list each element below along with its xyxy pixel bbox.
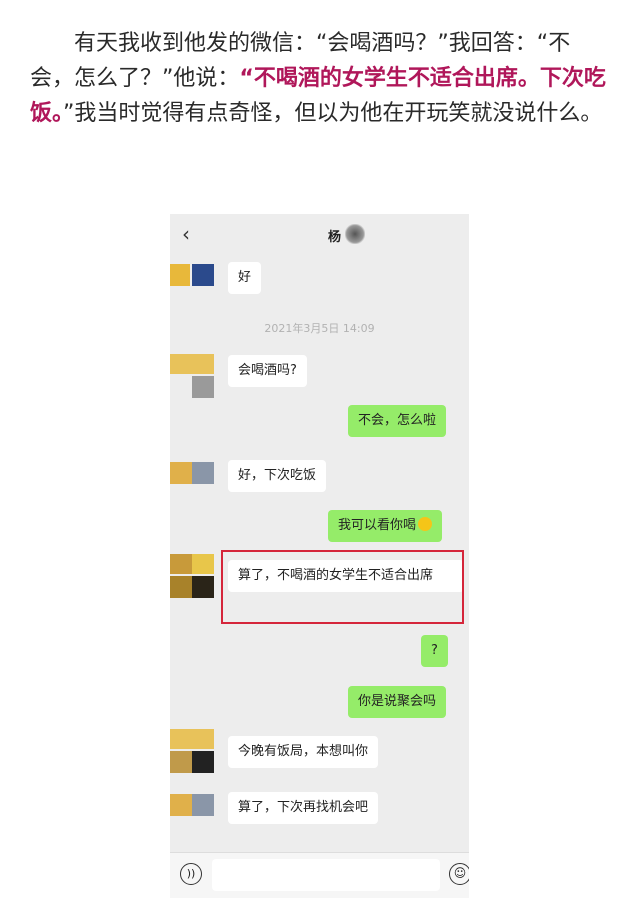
chat-header: ‹ 杨: [170, 214, 469, 254]
chat-input-bar: )) ☺: [170, 852, 469, 898]
name-blur: [345, 224, 365, 244]
contact-name: 杨: [328, 230, 342, 245]
chevron-left-icon[interactable]: ‹: [182, 222, 190, 246]
article-paragraph: 有天我收到他发的微信：“会喝酒吗？”我回答：“不会，怎么了？”他说：“不喝酒的女…: [30, 26, 614, 131]
message-bubble: 你是说聚会吗: [348, 686, 447, 718]
message-bubble: 好: [228, 262, 262, 294]
message-input[interactable]: [212, 859, 440, 891]
message-bubble: 好，下次吃饭: [228, 460, 327, 492]
article-text-2: ”我当时觉得有点奇怪，但以为他在开玩笑就没说什么。: [63, 101, 603, 126]
avatar: [170, 554, 214, 598]
message-bubble: 算了，下次再找机会吧: [228, 792, 379, 824]
avatar: [170, 462, 214, 506]
timestamp: 2021年3月5日 14:09: [264, 322, 375, 335]
avatar: [170, 264, 214, 308]
message-bubble: 会喝酒吗?: [228, 355, 307, 387]
message-bubble: 今晚有饭局，本想叫你: [228, 736, 379, 768]
emoji-icon[interactable]: ☺: [449, 863, 469, 885]
message-bubble: 不会，怎么啦: [348, 405, 447, 437]
message-bubble: 我可以看你喝: [328, 510, 443, 542]
avatar: [170, 794, 214, 838]
avatar: [170, 729, 214, 773]
avatar: [170, 354, 214, 398]
voice-icon[interactable]: )): [180, 863, 202, 885]
grin-emoji-icon: [418, 517, 433, 531]
message-text: 我可以看你喝: [338, 518, 417, 533]
highlight-box: [221, 550, 464, 624]
chat-screenshot: ‹ 杨 好 2021年3月5日 14:09 会喝酒吗? 不会，怎么啦 好，下次吃…: [170, 214, 469, 898]
message-bubble: ?: [421, 635, 448, 667]
